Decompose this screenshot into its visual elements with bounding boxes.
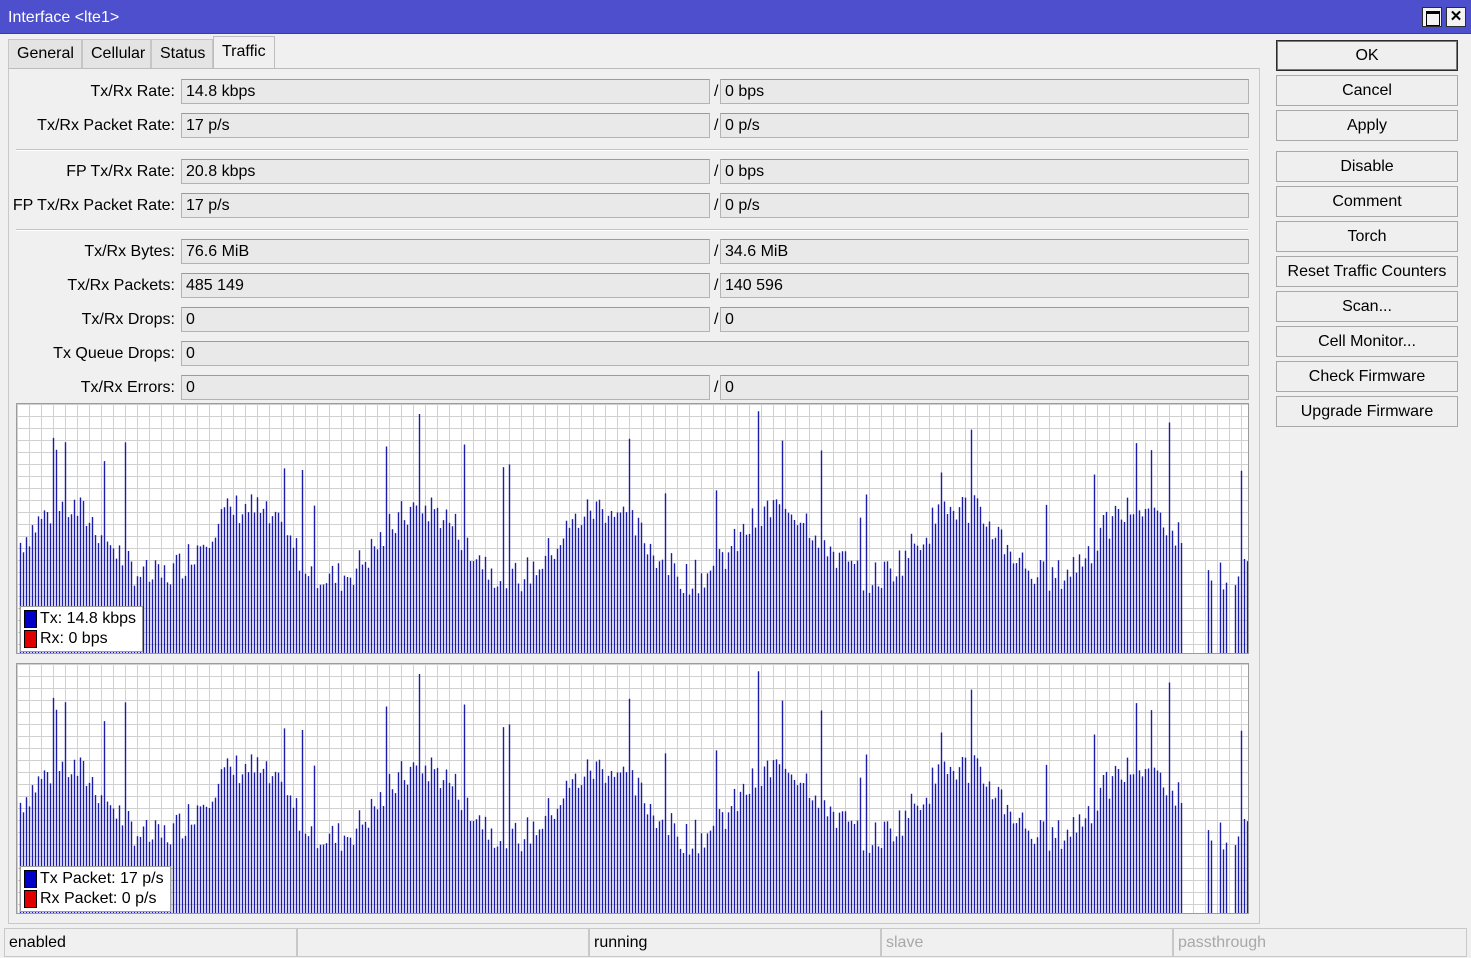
slash-separator: / <box>714 311 719 328</box>
status-running: running <box>589 928 881 957</box>
tx-rate-field[interactable]: 14.8 kbps <box>181 79 710 104</box>
txrx-errors-label: Tx/Rx Errors: <box>80 379 175 396</box>
rx-bytes-field[interactable]: 34.6 MiB <box>720 239 1249 264</box>
fp-rx-rate-field[interactable]: 0 bps <box>720 159 1249 184</box>
tab-status[interactable]: Status <box>151 39 213 68</box>
legend-rx-packet: Rx Packet: 0 p/s <box>40 890 157 907</box>
disable-button[interactable]: Disable <box>1276 151 1458 182</box>
reset-traffic-counters-button[interactable]: Reset Traffic Counters <box>1276 256 1458 287</box>
rx-packet-rate-field[interactable]: 0 p/s <box>720 113 1249 138</box>
rx-color-swatch <box>24 630 37 648</box>
tab-general[interactable]: General <box>8 39 82 68</box>
tx-packets-field[interactable]: 485 149 <box>181 273 710 298</box>
txrx-bytes-label: Tx/Rx Bytes: <box>84 243 175 260</box>
status-passthrough: passthrough <box>1173 928 1467 957</box>
window-titlebar[interactable]: Interface <lte1> ✕ <box>0 0 1471 34</box>
section-divider <box>16 149 1248 151</box>
status-empty <box>297 928 589 957</box>
packet-graph-legend: Tx Packet: 17 p/s Rx Packet: 0 p/s <box>20 866 171 912</box>
tx-queue-drops-label: Tx Queue Drops: <box>53 345 175 362</box>
window-title: Interface <lte1> <box>8 9 120 26</box>
maximize-icon[interactable] <box>1422 7 1442 27</box>
slash-separator: / <box>714 163 719 180</box>
slash-separator: / <box>714 117 719 134</box>
ok-button[interactable]: OK <box>1276 40 1458 71</box>
check-firmware-button[interactable]: Check Firmware <box>1276 361 1458 392</box>
status-enabled: enabled <box>4 928 297 957</box>
comment-button[interactable]: Comment <box>1276 186 1458 217</box>
tx-drops-field[interactable]: 0 <box>181 307 710 332</box>
rate-graph-legend: Tx: 14.8 kbps Rx: 0 bps <box>20 606 144 652</box>
status-slave: slave <box>881 928 1173 957</box>
slash-separator: / <box>714 277 719 294</box>
tx-color-swatch <box>24 870 37 888</box>
tx-queue-drops-field[interactable]: 0 <box>181 341 1249 366</box>
rx-rate-field[interactable]: 0 bps <box>720 79 1249 104</box>
rx-color-swatch <box>24 890 37 908</box>
traffic-rate-graph: Tx: 14.8 kbps Rx: 0 bps <box>16 403 1249 654</box>
legend-rx-rate: Rx: 0 bps <box>40 630 108 647</box>
tab-cellular[interactable]: Cellular <box>82 39 151 68</box>
tab-traffic[interactable]: Traffic <box>213 36 275 69</box>
tx-packet-rate-field[interactable]: 17 p/s <box>181 113 710 138</box>
fp-rx-packet-rate-field[interactable]: 0 p/s <box>720 193 1249 218</box>
txrx-rate-label: Tx/Rx Rate: <box>90 83 175 100</box>
fp-txrx-packet-rate-label: FP Tx/Rx Packet Rate: <box>12 197 175 214</box>
scan-button[interactable]: Scan... <box>1276 291 1458 322</box>
legend-tx-packet: Tx Packet: 17 p/s <box>40 870 164 887</box>
txrx-packets-label: Tx/Rx Packets: <box>67 277 175 294</box>
tx-errors-field[interactable]: 0 <box>181 375 710 400</box>
cell-monitor-button[interactable]: Cell Monitor... <box>1276 326 1458 357</box>
fp-txrx-rate-label: FP Tx/Rx Rate: <box>66 163 175 180</box>
apply-button[interactable]: Apply <box>1276 110 1458 141</box>
slash-separator: / <box>714 83 719 100</box>
section-divider <box>16 229 1248 231</box>
txrx-packet-rate-label: Tx/Rx Packet Rate: <box>37 117 175 134</box>
fp-tx-packet-rate-field[interactable]: 17 p/s <box>181 193 710 218</box>
slash-separator: / <box>714 243 719 260</box>
cancel-button[interactable]: Cancel <box>1276 75 1458 106</box>
rx-packets-field[interactable]: 140 596 <box>720 273 1249 298</box>
traffic-rate-graph-canvas <box>17 404 1248 653</box>
packet-rate-graph-canvas <box>17 664 1248 913</box>
close-icon[interactable]: ✕ <box>1446 7 1466 27</box>
packet-rate-graph: Tx Packet: 17 p/s Rx Packet: 0 p/s <box>16 663 1249 914</box>
txrx-drops-label: Tx/Rx Drops: <box>81 311 175 328</box>
tx-bytes-field[interactable]: 76.6 MiB <box>181 239 710 264</box>
rx-errors-field[interactable]: 0 <box>720 375 1249 400</box>
rx-drops-field[interactable]: 0 <box>720 307 1249 332</box>
upgrade-firmware-button[interactable]: Upgrade Firmware <box>1276 396 1458 427</box>
status-bar: enabled running slave passthrough <box>0 927 1471 958</box>
slash-separator: / <box>714 197 719 214</box>
tx-color-swatch <box>24 610 37 628</box>
torch-button[interactable]: Torch <box>1276 221 1458 252</box>
fp-tx-rate-field[interactable]: 20.8 kbps <box>181 159 710 184</box>
slash-separator: / <box>714 379 719 396</box>
legend-tx-rate: Tx: 14.8 kbps <box>40 610 137 627</box>
